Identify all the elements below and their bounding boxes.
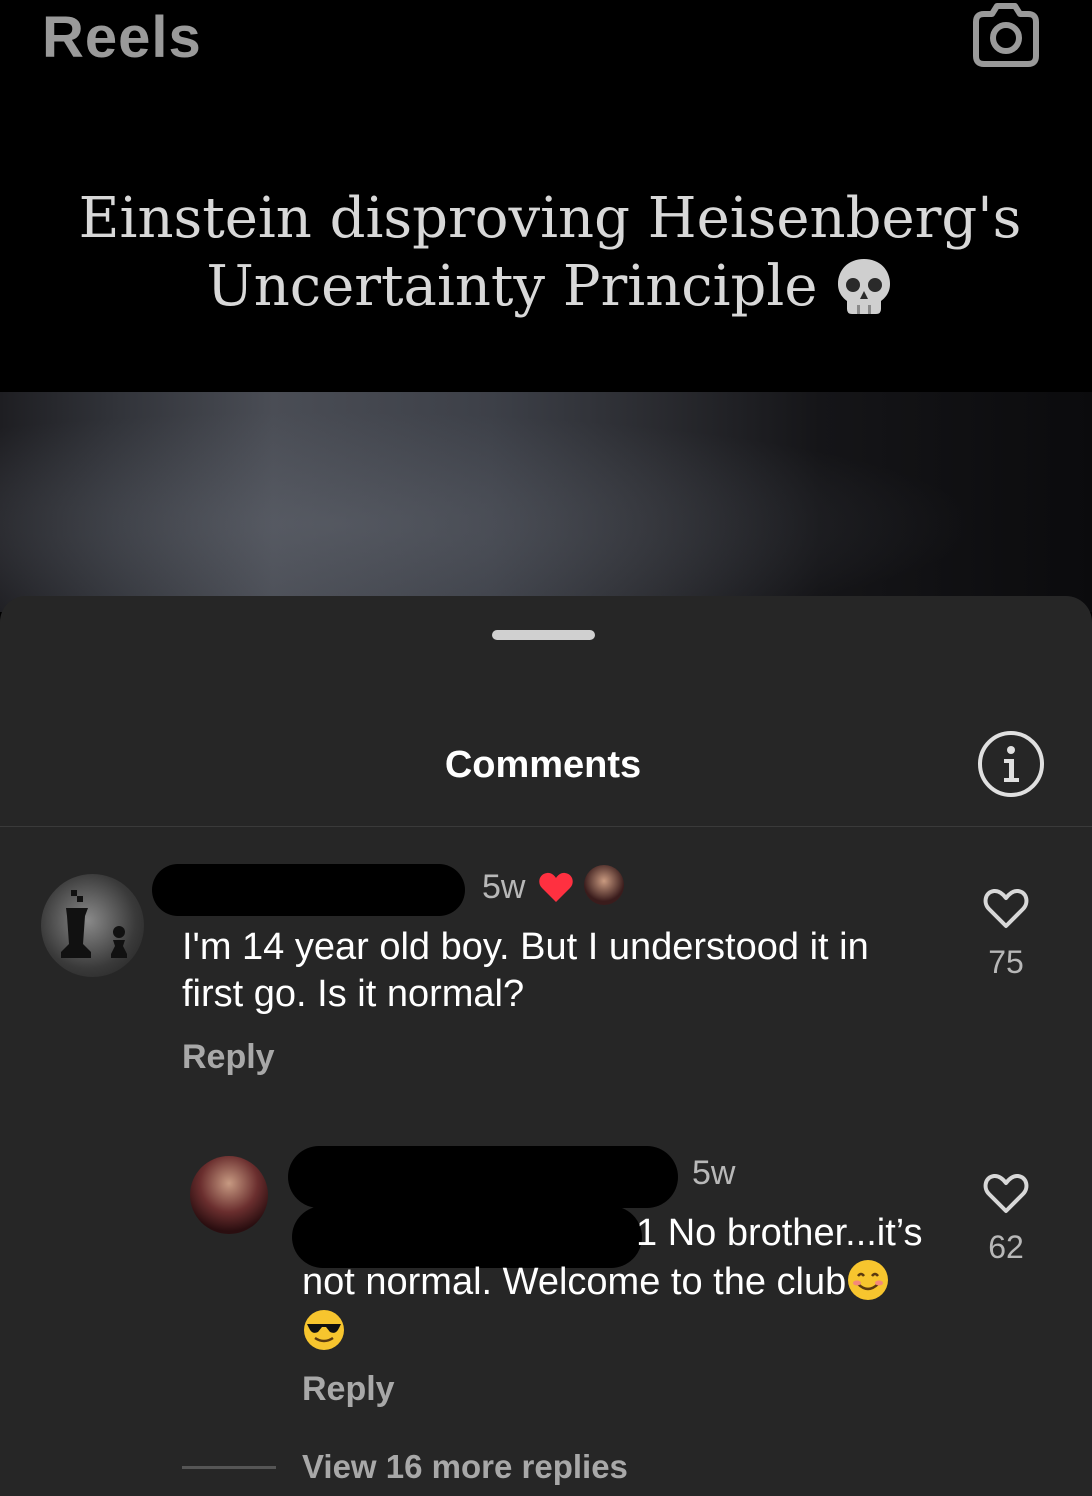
- reply-text: not normal. Welcome to the club: [302, 1261, 847, 1303]
- page-title: Reels: [42, 5, 202, 70]
- caption-line-1: Einstein disproving Heisenberg's: [78, 186, 1022, 251]
- view-more-replies-button[interactable]: View 16 more replies: [302, 1448, 628, 1486]
- reply-avatar[interactable]: [190, 1156, 268, 1234]
- chess-pieces-icon: [61, 890, 127, 958]
- caption-line-2: Uncertainty Principle: [206, 254, 818, 319]
- caption-line-2-wrap: Uncertainty Principle: [0, 253, 1092, 321]
- reply-time: 5w: [692, 1154, 736, 1192]
- like-count: 75: [988, 944, 1024, 980]
- heart-icon[interactable]: [982, 886, 1030, 930]
- info-icon[interactable]: [976, 729, 1046, 799]
- camera-icon[interactable]: [966, 0, 1046, 70]
- sunglasses-emoji-icon: [304, 1310, 344, 1350]
- comments-title: Comments: [444, 744, 642, 786]
- reply-button[interactable]: Reply: [302, 1370, 395, 1409]
- comment-text: I'm 14 year old boy. But I understood it…: [182, 926, 869, 1015]
- smiling-face-emoji-icon: [848, 1260, 889, 1300]
- comment-time: 5w: [482, 868, 526, 906]
- heart-liked-icon: [539, 872, 573, 902]
- like-count: 62: [988, 1229, 1024, 1265]
- reply-button[interactable]: Reply: [182, 1038, 275, 1077]
- video-caption: Einstein disproving Heisenberg's Uncerta…: [0, 185, 1092, 321]
- redacted-username: [152, 864, 465, 916]
- header-divider: [0, 826, 1092, 827]
- creator-avatar[interactable]: [584, 865, 624, 905]
- reel-video-area[interactable]: Reels Einstein disproving Heisenberg's U…: [0, 0, 1092, 612]
- drag-handle[interactable]: [492, 630, 595, 640]
- reply-text-line: not normal. Welcome to the club: [302, 1258, 890, 1306]
- avatar[interactable]: [41, 874, 144, 977]
- redacted-username: [288, 1146, 678, 1208]
- skull-icon: [838, 259, 891, 314]
- video-frame-blur: [0, 392, 1092, 612]
- comments-sheet: Comments 5w I'm 14 year old boy. But I u…: [0, 596, 1092, 1496]
- heart-icon[interactable]: [982, 1171, 1030, 1215]
- reply-text-fragment: 1 No brother...it’s: [636, 1212, 923, 1254]
- view-more-line: [182, 1466, 276, 1469]
